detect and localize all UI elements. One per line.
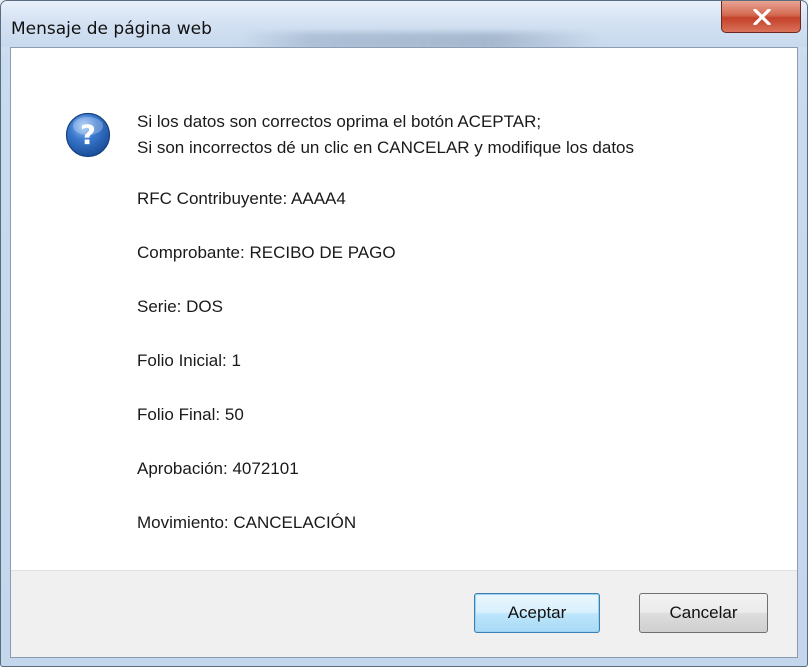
accept-button[interactable]: Aceptar — [474, 593, 600, 633]
field-label: RFC Contribuyente: — [137, 189, 288, 208]
field-serie: Serie: DOS — [137, 297, 223, 317]
question-icon: ? — [65, 112, 111, 158]
message-line-1: Si los datos son correctos oprima el bot… — [137, 112, 542, 131]
field-label: Folio Final: — [137, 405, 221, 424]
field-folio-inicial: Folio Inicial: 1 — [137, 351, 241, 371]
redaction-overlay — [431, 185, 557, 215]
title-bar[interactable]: Mensaje de página web — [1, 1, 807, 50]
svg-text:?: ? — [80, 120, 96, 151]
field-value: 4072101 — [232, 459, 299, 478]
field-aprobacion: Aprobación: 4072101 — [137, 459, 299, 479]
field-value: CANCELACIÓN — [233, 513, 357, 532]
field-label: Aprobación: — [137, 459, 228, 478]
field-label: Folio Inicial: — [137, 351, 227, 370]
field-value: 1 — [231, 351, 241, 370]
field-value: 50 — [224, 405, 244, 424]
field-comprobante: Comprobante: RECIBO DE PAGO — [137, 243, 396, 263]
message-line-2: Si son incorrectos dé un clic en CANCELA… — [137, 138, 635, 157]
field-value: AAAA4 — [291, 189, 346, 208]
field-value: DOS — [186, 297, 223, 316]
field-movimiento: Movimiento: CANCELACIÓN — [137, 513, 356, 533]
field-label: Serie: — [137, 297, 182, 316]
field-rfc: RFC Contribuyente: AAAA4 — [137, 189, 346, 209]
field-value: RECIBO DE PAGO — [249, 243, 396, 262]
cancel-button[interactable]: Cancelar — [639, 593, 768, 633]
field-folio-final: Folio Final: 50 — [137, 405, 244, 425]
button-bar: Aceptar Cancelar — [11, 570, 797, 657]
window-title: Mensaje de página web — [11, 19, 212, 39]
dialog-content: ? Si los datos son correctos oprima el b… — [10, 47, 798, 658]
field-label: Movimiento: — [137, 513, 229, 532]
field-label: Comprobante: — [137, 243, 245, 262]
close-x-icon — [753, 9, 771, 25]
dialog-window: Mensaje de página web ? Si los datos son… — [0, 0, 808, 667]
close-button[interactable] — [721, 1, 801, 33]
